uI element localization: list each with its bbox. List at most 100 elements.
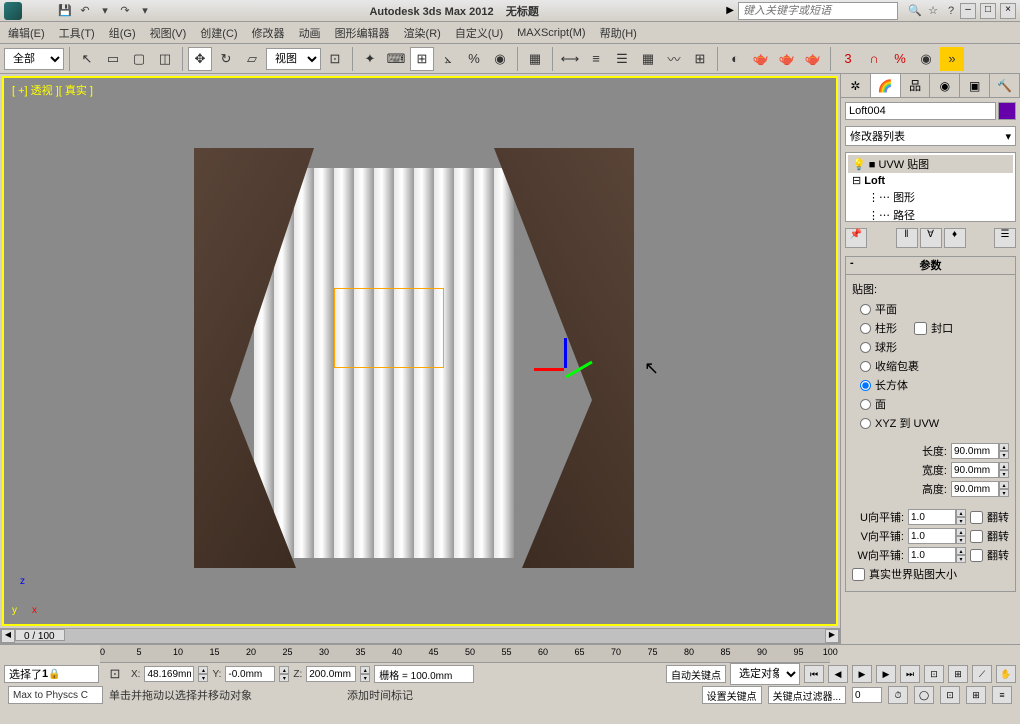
save-icon[interactable]: 💾	[56, 3, 74, 19]
layer-manager-icon[interactable]: ☰	[610, 47, 634, 71]
time-slider[interactable]: ◀ 0 / 100 ▶	[0, 628, 840, 644]
maximize-button[interactable]: □	[980, 3, 996, 19]
percent-snap-icon[interactable]: %	[462, 47, 486, 71]
zoom-region-icon[interactable]: ⊞	[966, 686, 986, 704]
material-editor-icon[interactable]: ◐	[723, 47, 747, 71]
time-ruler[interactable]: 0 5 10 15 20 25 30 35 40 45 50 55 60 65 …	[100, 645, 830, 663]
add-time-tag[interactable]: 添加时间标记	[347, 687, 413, 703]
height-up[interactable]: ▴	[999, 481, 1009, 489]
u-tile-field[interactable]	[908, 509, 956, 525]
menu-customize[interactable]: 自定义(U)	[455, 25, 503, 41]
time-slider-thumb[interactable]: 0 / 100	[15, 629, 65, 641]
menu-edit[interactable]: 编辑(E)	[8, 25, 45, 41]
viewport-perspective[interactable]: [ +] 透视 ][ 真实 ] ↖ z x y	[2, 76, 838, 626]
prev-frame-icon[interactable]: ◀	[828, 665, 848, 683]
redo-dropdown-icon[interactable]: ▾	[136, 3, 154, 19]
length-up[interactable]: ▴	[999, 443, 1009, 451]
render-production-icon[interactable]: 🫖	[801, 47, 825, 71]
reference-coord-dropdown[interactable]: 视图	[266, 48, 321, 70]
window-crossing-icon[interactable]: ◫	[153, 47, 177, 71]
time-config-icon[interactable]: ⏱	[888, 686, 908, 704]
binoculars-icon[interactable]: 🔍	[906, 3, 924, 19]
select-and-manipulate-icon[interactable]: ✦	[358, 47, 382, 71]
move-gizmo[interactable]	[534, 338, 594, 398]
height-down[interactable]: ▾	[999, 489, 1009, 497]
v-tile-field[interactable]	[908, 528, 956, 544]
rectangle-selection-icon[interactable]: ▢	[127, 47, 151, 71]
width-up[interactable]: ▴	[999, 462, 1009, 470]
configure-modifier-sets-icon[interactable]: ☰	[994, 228, 1016, 248]
stack-item-path[interactable]: ⋮⋯ 路径	[848, 206, 1013, 222]
menu-create[interactable]: 创建(C)	[200, 25, 237, 41]
next-frame-icon[interactable]: ▶	[876, 665, 896, 683]
goto-start-icon[interactable]: ⏮	[804, 665, 824, 683]
realworld-checkbox[interactable]	[852, 568, 865, 581]
snap-3-icon[interactable]: 3	[836, 47, 860, 71]
scroll-right-icon[interactable]: ▶	[825, 629, 839, 643]
u-flip-checkbox[interactable]	[970, 511, 983, 524]
redo-icon[interactable]: ↷	[116, 3, 134, 19]
align-icon[interactable]: ≡	[584, 47, 608, 71]
named-selection-icon[interactable]: ▦	[523, 47, 547, 71]
favorite-icon[interactable]: ☆	[924, 3, 942, 19]
menu-maxscript[interactable]: MAXScript(M)	[517, 27, 585, 39]
lock-selection-icon[interactable]: ⊡	[103, 662, 127, 686]
mirror-icon[interactable]: ⟷	[558, 47, 582, 71]
curve-editor-icon[interactable]: 〰	[662, 47, 686, 71]
v-flip-checkbox[interactable]	[970, 530, 983, 543]
gizmo-z-axis[interactable]	[564, 338, 567, 368]
orbit-icon[interactable]: ◯	[914, 686, 934, 704]
radio-xyz-to-uvw[interactable]	[860, 418, 871, 429]
current-frame-field[interactable]	[852, 687, 882, 703]
scroll-left-icon[interactable]: ◀	[1, 629, 15, 643]
coord-z-field[interactable]	[306, 666, 356, 682]
snap-toggle-icon[interactable]: ⊞	[410, 47, 434, 71]
menu-tools[interactable]: 工具(T)	[59, 25, 95, 41]
object-name-field[interactable]	[845, 102, 996, 120]
menu-animation[interactable]: 动画	[299, 25, 321, 41]
goto-end-icon[interactable]: ⏭	[900, 665, 920, 683]
angle-snap-2-icon[interactable]: ∩	[862, 47, 886, 71]
width-down[interactable]: ▾	[999, 470, 1009, 478]
object-color-swatch[interactable]	[998, 102, 1016, 120]
render-setup-icon[interactable]: 🫖	[749, 47, 773, 71]
select-and-rotate-icon[interactable]: ↻	[214, 47, 238, 71]
pin-stack-icon[interactable]: 📌	[845, 228, 867, 248]
tab-hierarchy[interactable]: 品	[901, 74, 931, 97]
tab-create[interactable]: ✲	[841, 74, 871, 97]
length-down[interactable]: ▾	[999, 451, 1009, 459]
remove-modifier-icon[interactable]: ♦	[944, 228, 966, 248]
radio-cylindrical[interactable]	[860, 323, 871, 334]
radio-spherical[interactable]	[860, 342, 871, 353]
length-field[interactable]	[951, 443, 999, 459]
undo-dropdown-icon[interactable]: ▾	[96, 3, 114, 19]
w-flip-checkbox[interactable]	[970, 549, 983, 562]
zoom-extents-icon[interactable]: ⊡	[924, 665, 944, 683]
spinner-snap-2-icon[interactable]: ◉	[914, 47, 938, 71]
maxscript-listener[interactable]: Max to Physcs C	[8, 686, 103, 704]
play-icon[interactable]: ▶	[852, 665, 872, 683]
select-by-name-icon[interactable]: ▭	[101, 47, 125, 71]
pan-2-icon[interactable]: ≡	[992, 686, 1012, 704]
zoom-all-icon[interactable]: ⊞	[948, 665, 968, 683]
checkbox-cap[interactable]	[914, 322, 927, 335]
coord-y-field[interactable]	[225, 666, 275, 682]
w-tile-field[interactable]	[908, 547, 956, 563]
rollout-header-parameters[interactable]: 参数	[846, 257, 1015, 275]
radio-box[interactable]	[860, 380, 871, 391]
close-button[interactable]: ×	[1000, 3, 1016, 19]
radio-planar[interactable]	[860, 304, 871, 315]
search-input[interactable]	[738, 2, 898, 20]
menu-help[interactable]: 帮助(H)	[600, 25, 637, 41]
menu-modifiers[interactable]: 修改器	[252, 25, 285, 41]
width-field[interactable]	[951, 462, 999, 478]
select-object-icon[interactable]: ↖	[75, 47, 99, 71]
show-end-result-icon[interactable]: ‖	[896, 228, 918, 248]
modifier-stack[interactable]: 💡 ■ UVW 贴图 ⊟ Loft ⋮⋯ 图形 ⋮⋯ 路径	[845, 152, 1016, 222]
key-filters-button[interactable]: 关键点过滤器...	[768, 686, 846, 704]
graphite-icon[interactable]: ▦	[636, 47, 660, 71]
selection-filter-dropdown[interactable]: 全部	[4, 48, 64, 70]
help-icon[interactable]: ?	[942, 3, 960, 19]
modifier-list-dropdown[interactable]: 修改器列表▾	[845, 126, 1016, 146]
select-and-scale-icon[interactable]: ▱	[240, 47, 264, 71]
